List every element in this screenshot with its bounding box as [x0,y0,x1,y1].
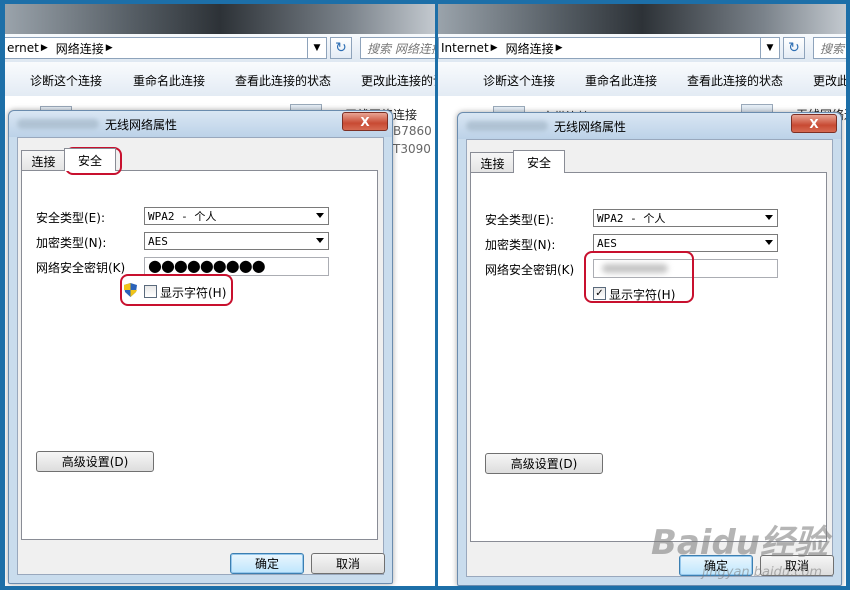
dialog-body: 连接 安全 安全类型(E): WPA2 - 个人 加密类型(N): AES 网络… [466,139,834,577]
security-type-value: WPA2 - 个人 [597,212,666,225]
wireless-properties-dialog: 无线网络属性 X 连接 安全 安全类型(E): WPA2 - 个人 加密类型(N… [8,110,393,584]
toolbar-view-status[interactable]: 查看此连接的状态 [235,72,331,89]
tab-connection[interactable]: 连接 [21,150,66,171]
tab-connection[interactable]: 连接 [470,152,515,173]
chevron-right-icon: ▶ [105,43,113,53]
dialog-titlebar: 无线网络属性 X [9,111,392,137]
chevron-down-icon [765,240,773,245]
tab-security[interactable]: 安全 [64,148,116,171]
cancel-button[interactable]: 取消 [311,553,385,574]
encryption-type-value: AES [597,236,617,250]
highlight-key-and-checkbox [584,251,694,303]
security-type-label: 安全类型(E): [36,211,105,225]
network-name-redacted [17,119,99,129]
chevron-down-icon [765,215,773,220]
encryption-type-label: 加密类型(N): [485,238,556,252]
toolbar-diagnose[interactable]: 诊断这个连接 [30,72,102,89]
right-screenshot-pane: Internet ▶ 网络连接 ▶ ▼ ↻ 搜索 网络连接 诊断这个连接 重命名… [438,4,846,586]
security-type-label: 安全类型(E): [485,213,554,227]
refresh-icon[interactable]: ↻ [783,37,805,59]
toolbar-view-status[interactable]: 查看此连接的状态 [687,72,783,89]
encryption-type-select[interactable]: AES [593,234,778,252]
toolbar-change-settings[interactable]: 更改此连接的设置 [813,72,846,89]
dialog-titlebar: 无线网络属性 X [458,113,841,139]
baidu-watermark-url: jingyan.baidu.com [702,565,822,580]
encryption-type-value: AES [148,234,168,248]
dialog-title: 无线网络属性 [105,118,178,132]
security-key-label: 网络安全密钥(K) [36,261,126,275]
network-name-redacted [466,121,548,131]
security-type-select[interactable]: WPA2 - 个人 [593,209,778,227]
desktop-wallpaper [5,4,435,34]
address-dropdown-icon[interactable]: ▼ [760,37,780,59]
command-toolbar: 诊断这个连接 重命名此连接 查看此连接的状态 更改此连接的设置 [5,62,435,97]
tab-security[interactable]: 安全 [513,150,565,173]
address-bar: Internet ▶ 网络连接 ▶ ▼ ↻ 搜索 网络连接 [438,34,846,63]
security-type-value: WPA2 - 个人 [148,210,217,223]
security-tab-panel: 安全类型(E): WPA2 - 个人 加密类型(N): AES 网络安全密钥(K… [21,170,378,540]
toolbar-change-settings[interactable]: 更改此连接的设置 [361,72,435,89]
encryption-type-label: 加密类型(N): [36,236,107,250]
breadcrumb-network[interactable]: 网络连接 [56,40,104,57]
adapter-info-1: B7860 [393,124,432,138]
highlight-show-characters [120,274,233,306]
breadcrumb-root[interactable]: Internet [441,41,489,55]
security-key-label: 网络安全密钥(K) [485,263,575,277]
chevron-right-icon: ▶ [490,43,498,53]
advanced-settings-button[interactable]: 高级设置(D) [36,451,154,472]
baidu-watermark: Baidu经验 [650,523,828,563]
close-button[interactable]: X [791,114,837,133]
advanced-settings-button[interactable]: 高级设置(D) [485,453,603,474]
dialog-title: 无线网络属性 [554,120,627,134]
ok-button[interactable]: 确定 [230,553,304,574]
close-button[interactable]: X [342,112,388,131]
search-input[interactable]: 搜索 网络连接 [813,37,846,59]
chevron-down-icon [316,238,324,243]
left-screenshot-pane: ernet ▶ 网络连接 ▶ ▼ ↻ 搜索 网络连接 诊断这个连接 重命名此连接… [5,4,435,586]
security-tab-panel: 安全类型(E): WPA2 - 个人 加密类型(N): AES 网络安全密钥(K… [470,172,827,542]
address-dropdown-icon[interactable]: ▼ [307,37,327,59]
desktop-wallpaper [438,4,846,34]
refresh-icon[interactable]: ↻ [330,37,352,59]
toolbar-diagnose[interactable]: 诊断这个连接 [483,72,555,89]
toolbar-rename[interactable]: 重命名此连接 [133,72,205,89]
search-input[interactable]: 搜索 网络连接 [360,37,435,59]
chevron-down-icon [316,213,324,218]
address-bar: ernet ▶ 网络连接 ▶ ▼ ↻ 搜索 网络连接 [5,34,435,63]
chevron-right-icon: ▶ [40,43,48,53]
chevron-right-icon: ▶ [555,43,563,53]
breadcrumb-root[interactable]: ernet [7,41,39,55]
toolbar-rename[interactable]: 重命名此连接 [585,72,657,89]
encryption-type-select[interactable]: AES [144,232,329,250]
breadcrumb[interactable]: ernet ▶ 网络连接 ▶ [5,37,326,59]
adapter-info-2: T3090 802.11n Wireless [393,142,435,156]
breadcrumb-network[interactable]: 网络连接 [506,40,554,57]
command-toolbar: 诊断这个连接 重命名此连接 查看此连接的状态 更改此连接的设置 [438,62,846,97]
breadcrumb[interactable]: Internet ▶ 网络连接 ▶ [438,37,780,59]
security-type-select[interactable]: WPA2 - 个人 [144,207,329,225]
dialog-body: 连接 安全 安全类型(E): WPA2 - 个人 加密类型(N): AES 网络… [17,137,385,575]
